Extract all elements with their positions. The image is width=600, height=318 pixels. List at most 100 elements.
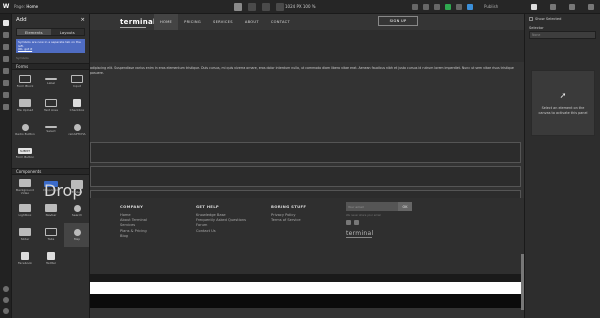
element-select[interactable]: Select [38,118,64,142]
interactions-icon[interactable] [568,3,575,10]
element-recaptcha[interactable]: reCAPTCHA [64,118,89,142]
assets-icon[interactable] [2,92,9,98]
page-selector[interactable]: Page: Home [14,4,38,9]
add-elements-icon[interactable] [2,20,9,26]
white-section[interactable] [90,282,521,294]
element-label[interactable]: Label [38,70,64,94]
notice-dismiss-link[interactable]: OK, got it [18,47,32,51]
element-label: Map [73,236,81,241]
site-logo[interactable]: terminal [120,18,156,28]
element-embed[interactable]: Embed [64,175,89,199]
element-radio-button[interactable]: Radio Button [12,118,38,142]
footer-logo[interactable]: terminal [346,230,373,238]
video-tutorials-icon[interactable] [3,297,9,303]
newsletter-email-input[interactable]: Your email [346,202,398,211]
element-navbar[interactable]: Navbar [38,199,64,223]
style-brush-icon[interactable] [530,3,537,10]
close-icon[interactable]: × [80,17,85,23]
element-file-upload[interactable]: File Upload [12,94,38,118]
preview-icon[interactable] [412,3,418,10]
checkbox-icon[interactable] [529,17,533,21]
nav-link-services[interactable]: SERVICES [207,14,239,30]
element-twitter[interactable]: Twitter [38,247,64,271]
nav-link-pricing[interactable]: PRICING [178,14,207,30]
element-search[interactable]: Search [64,199,89,223]
dark-section[interactable] [90,274,524,282]
undo-icon[interactable] [423,3,429,10]
element-label: Background Video [16,187,34,195]
show-selected-toggle[interactable]: Show Selected [525,14,600,24]
publish-button[interactable]: Publish [484,4,498,9]
element-facebook[interactable]: Facebook [12,247,38,271]
body-paragraph[interactable]: adipiscing elit. Suspendisse varius enim… [90,66,520,76]
element-label: Search [71,212,83,217]
content-section[interactable]: adipiscing elit. Suspendisse varius enim… [90,62,524,211]
tab-layouts[interactable]: Layouts [51,29,85,35]
navigator-icon[interactable] [587,3,594,10]
element-label: Select [46,129,56,134]
mobile-landscape-icon[interactable] [262,2,270,11]
redo-icon[interactable] [434,3,440,10]
site-footer[interactable]: COMPANY Home About Terminal Services Plans &… [90,198,524,274]
footer-link[interactable]: Blog [120,234,147,239]
site-navbar[interactable]: terminal HOME PRICING SERVICES ABOUT CONTACT… [90,14,524,30]
element-tabs[interactable]: Tabs [38,223,64,247]
black-section[interactable] [90,294,524,308]
pages-icon[interactable] [2,56,9,62]
mobile-portrait-icon[interactable] [276,2,284,11]
footer-link[interactable]: Contact Us [196,229,246,234]
selector-input[interactable]: None [529,31,596,39]
settings-icon[interactable] [2,104,9,110]
element-lightbox[interactable]: Lightbox [12,199,38,223]
content-box[interactable] [90,142,521,163]
twitter-icon[interactable] [346,220,351,225]
settings-gear-icon[interactable] [549,3,556,10]
label-icon [45,78,57,81]
footer-column-boring: BORING STUFF Privacy Policy Terms of Servi… [271,204,306,223]
element-form-block[interactable]: Form Block [12,70,38,94]
footer-link[interactable]: Terms of Service [271,218,306,223]
save-status-icon[interactable] [445,3,451,10]
help-icon[interactable] [467,3,473,10]
element-label: reCAPTCHA [68,131,86,136]
nav-link-contact[interactable]: CONTACT [265,14,296,30]
forms-section-header[interactable]: Forms [12,63,89,70]
element-text-area[interactable]: Text Area [38,94,64,118]
element-label: Form Button [15,155,35,160]
element-map[interactable]: Map [64,223,89,247]
help-circle-icon[interactable] [3,308,9,314]
desktop-breakpoint-icon[interactable] [234,2,242,11]
audit-icon[interactable] [3,286,9,292]
share-icon[interactable] [456,3,462,10]
element-form-button[interactable]: SUBMIT Form Button [12,142,38,166]
element-label: Navbar [45,213,57,218]
element-label: File Upload [16,108,34,113]
element-input[interactable]: Input [64,70,89,94]
ecommerce-icon[interactable] [2,80,9,86]
newsletter-submit-button[interactable]: OK [398,202,412,211]
file-upload-icon [19,99,31,108]
tablet-breakpoint-icon[interactable] [248,2,256,11]
cms-icon[interactable] [2,68,9,74]
element-label: Twitter [45,261,57,266]
components-section-header[interactable]: Components [12,168,89,175]
symbols-icon[interactable] [2,32,9,38]
nav-link-about[interactable]: ABOUT [239,14,265,30]
element-dropdown[interactable]: Drop Dropdown [38,175,83,200]
element-label: Lightbox [18,213,32,218]
design-canvas[interactable]: terminal HOME PRICING SERVICES ABOUT CONTACT… [90,14,524,318]
element-slider[interactable]: Slider [12,223,38,247]
element-background-video[interactable]: Background Video [12,175,38,199]
nav-link-home[interactable]: HOME [154,14,179,30]
facebook-icon[interactable] [354,220,359,225]
element-checkbox[interactable]: Checkbox [64,94,89,118]
tab-elements[interactable]: Elements [17,29,51,35]
signup-button[interactable]: SIGN UP [378,16,418,26]
app-logo[interactable]: W [0,3,12,10]
select-icon [45,126,57,129]
content-box[interactable] [90,166,521,187]
footer-column-title: GET HELP [196,204,219,209]
navigator-tree-icon[interactable] [2,44,9,50]
input-icon [71,75,83,84]
hero-section[interactable] [90,30,524,62]
